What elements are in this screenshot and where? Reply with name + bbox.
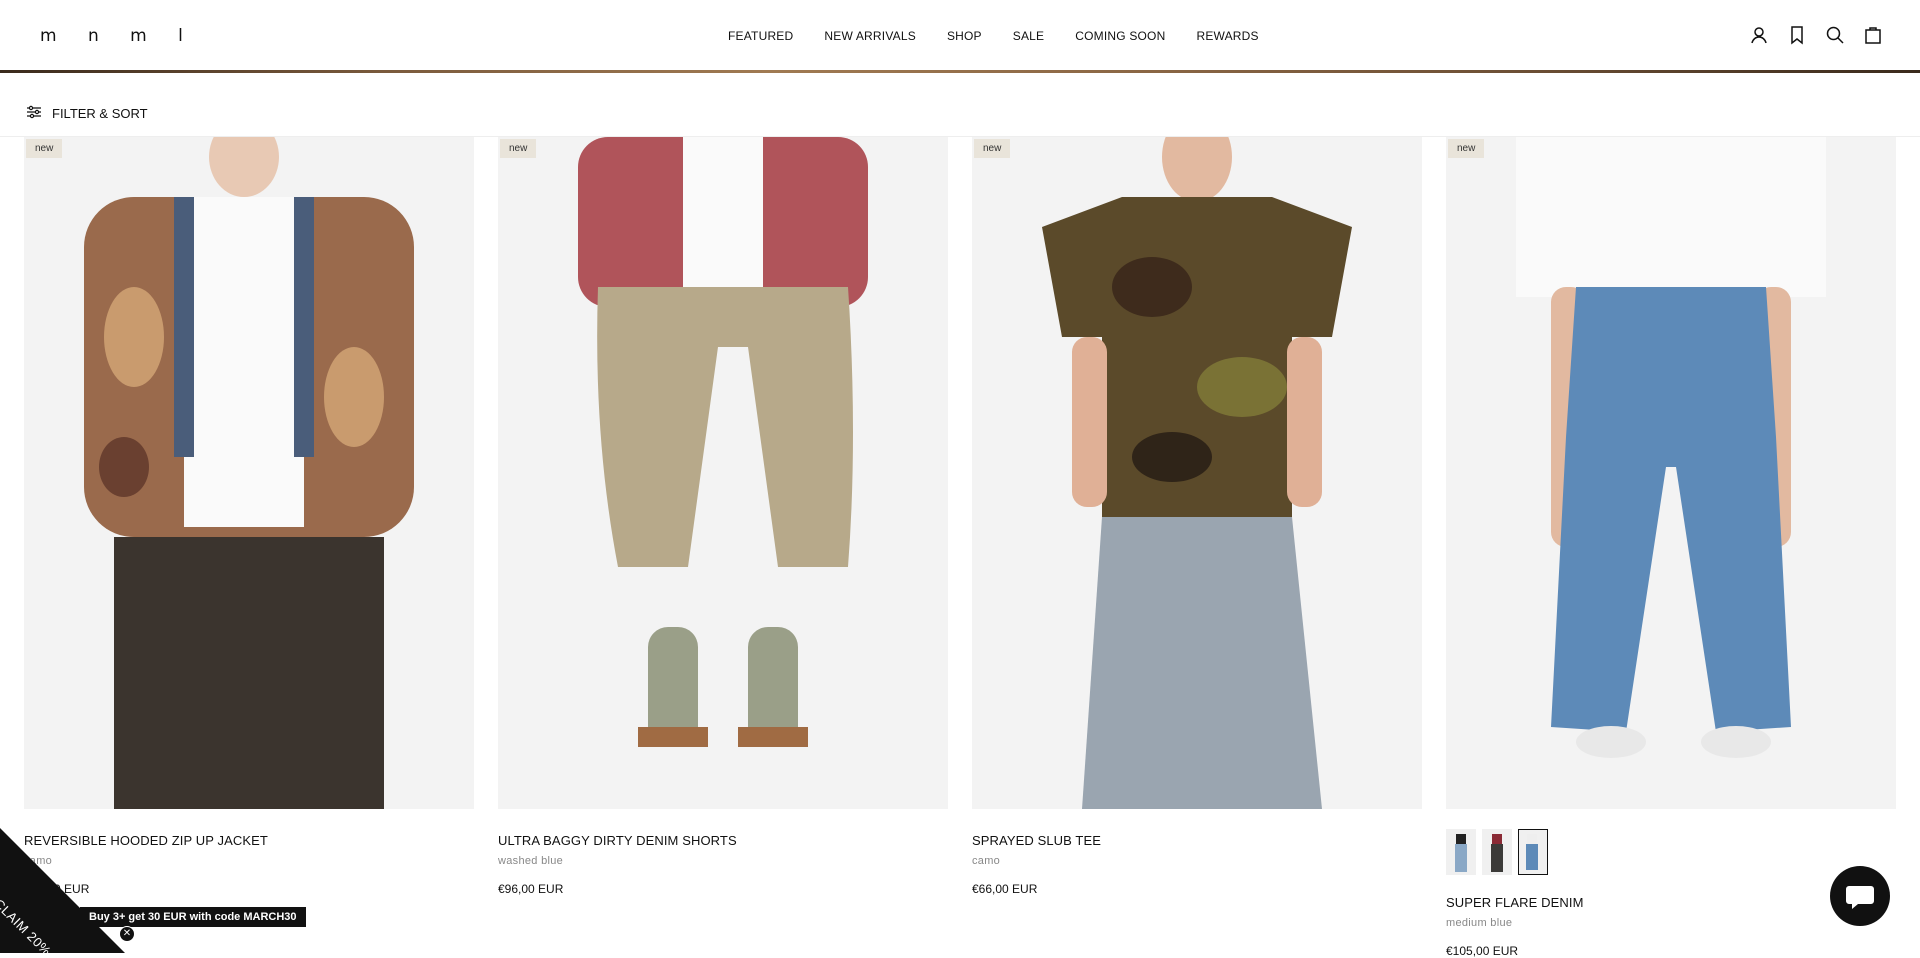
swatch-red-denim[interactable] xyxy=(1482,829,1512,875)
chat-button[interactable] xyxy=(1830,866,1890,926)
product-title[interactable]: ULTRA BAGGY DIRTY DENIM SHORTS xyxy=(498,833,948,848)
nav-new-arrivals[interactable]: NEW ARRIVALS xyxy=(824,29,916,43)
nav-shop[interactable]: SHOP xyxy=(947,29,982,43)
nav-sale[interactable]: SALE xyxy=(1013,29,1045,43)
new-badge: new xyxy=(500,139,536,158)
product-card[interactable]: new ULTRA BAGGY DIRTY DENIM SHORTS washe… xyxy=(498,137,948,896)
chat-icon xyxy=(1830,913,1890,930)
filter-sort-label: FILTER & SORT xyxy=(52,106,148,121)
product-price: €96,00 EUR xyxy=(498,882,948,896)
color-swatches xyxy=(1446,829,1896,875)
swatch-medium-blue[interactable] xyxy=(1518,829,1548,875)
product-variant: washed blue xyxy=(498,855,948,867)
swatch-black-denim[interactable] xyxy=(1446,829,1476,875)
product-price: €105,00 EUR xyxy=(1446,944,1896,958)
promo-corner[interactable]: CLAIM 20% OFF xyxy=(0,828,125,953)
product-variant: camo xyxy=(972,855,1422,867)
product-title[interactable]: SPRAYED SLUB TEE xyxy=(972,833,1422,848)
header-icons xyxy=(1748,24,1884,46)
close-icon[interactable]: ✕ xyxy=(119,926,135,942)
filter-sort-button[interactable]: FILTER & SORT xyxy=(26,105,148,122)
new-badge: new xyxy=(1448,139,1484,158)
product-price: €66,00 EUR xyxy=(972,882,1422,896)
nav-coming-soon[interactable]: COMING SOON xyxy=(1075,29,1165,43)
wishlist-icon[interactable] xyxy=(1786,24,1808,46)
site-header: m n m l FEATURED NEW ARRIVALS SHOP SALE … xyxy=(0,0,1920,72)
product-image[interactable]: new xyxy=(1446,137,1896,809)
nav-rewards[interactable]: REWARDS xyxy=(1196,29,1258,43)
nav-featured[interactable]: FEATURED xyxy=(728,29,793,43)
hero-image-strip xyxy=(0,70,1920,73)
product-card[interactable]: new SUPER FLARE DENIM medium blue €105,0… xyxy=(1446,137,1896,958)
new-badge: new xyxy=(26,139,62,158)
account-icon[interactable] xyxy=(1748,24,1770,46)
product-title[interactable]: SUPER FLARE DENIM xyxy=(1446,895,1896,910)
cart-icon[interactable] xyxy=(1862,24,1884,46)
product-card[interactable]: new REVERSIBLE HOODED ZIP UP JACKET camo… xyxy=(24,137,474,896)
product-image[interactable]: new xyxy=(972,137,1422,809)
search-icon[interactable] xyxy=(1824,24,1846,46)
main-nav: FEATURED NEW ARRIVALS SHOP SALE COMING S… xyxy=(728,29,1290,43)
product-image[interactable]: new xyxy=(24,137,474,809)
logo[interactable]: m n m l xyxy=(40,26,196,46)
product-image[interactable]: new xyxy=(498,137,948,809)
product-card[interactable]: new SPRAYED SLUB TEE camo €66,00 EUR xyxy=(972,137,1422,896)
filter-bar: FILTER & SORT xyxy=(0,97,1920,137)
new-badge: new xyxy=(974,139,1010,158)
promo-banner[interactable]: Buy 3+ get 30 EUR with code MARCH30 xyxy=(80,907,306,927)
sliders-icon xyxy=(26,105,42,122)
product-variant: medium blue xyxy=(1446,917,1896,929)
